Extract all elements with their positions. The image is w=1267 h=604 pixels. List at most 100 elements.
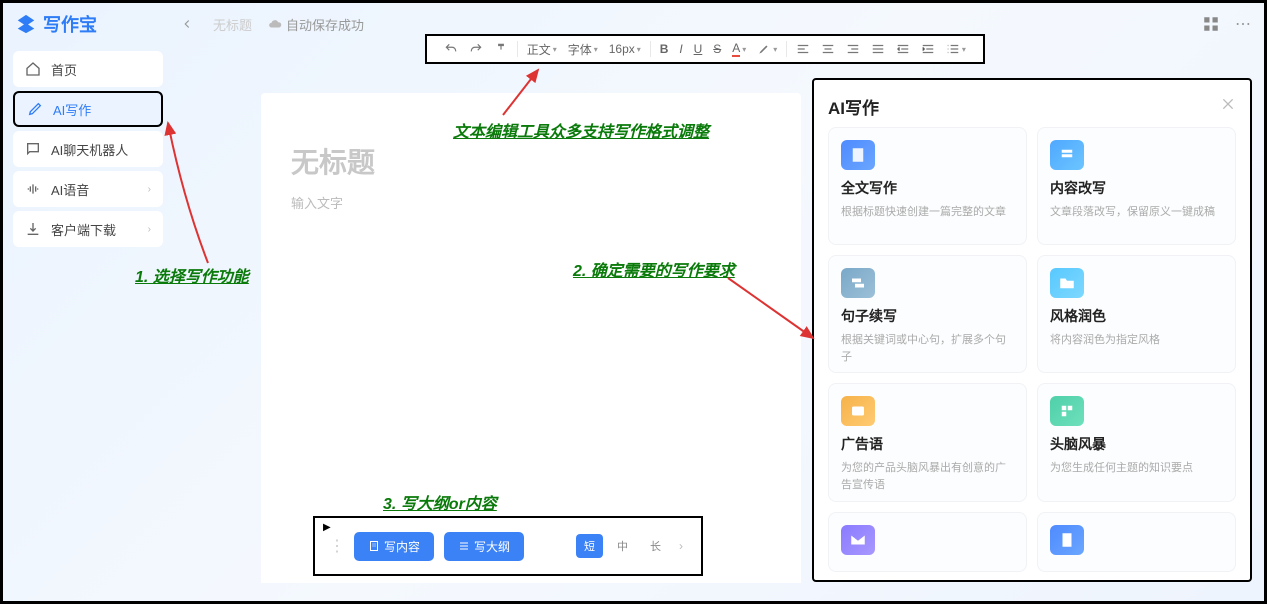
autosave-status: 自动保存成功 [268, 15, 364, 34]
ai-card-title: 头脑风暴 [1050, 434, 1223, 454]
bold-button[interactable]: B [658, 42, 671, 56]
doc-title-input[interactable]: 无标题 [291, 141, 771, 181]
mail-icon [841, 525, 875, 555]
app-name: 写作宝 [43, 11, 97, 37]
continue-icon [841, 268, 875, 298]
ai-card-desc: 为您的产品头脑风暴出有创意的广告宣传语 [841, 460, 1014, 493]
chevron-right-icon: › [148, 224, 151, 235]
align-center-icon [821, 42, 835, 56]
document-editor[interactable]: 无标题 输入文字 [261, 93, 801, 583]
sidebar-item-download[interactable]: 客户端下载 › [13, 211, 163, 247]
ai-card-brainstorm[interactable]: 头脑风暴 为您生成任何主题的知识要点 [1037, 383, 1236, 501]
folder-icon [1050, 268, 1084, 298]
strike-button[interactable]: S [711, 42, 723, 56]
ai-card-continue[interactable]: 句子续写 根据关键词或中心句，扩展多个句子 [828, 255, 1027, 373]
indent-increase-button[interactable] [919, 42, 937, 56]
sidebar-item-label: AI聊天机器人 [51, 140, 128, 159]
length-next-button[interactable]: › [675, 539, 687, 553]
sidebar-item-label: AI语音 [51, 180, 89, 199]
back-button[interactable] [177, 14, 197, 34]
outline-icon [458, 540, 470, 552]
highlight-button[interactable]: ▾ [755, 42, 779, 56]
ai-card-title: 全文写作 [841, 178, 1014, 198]
ai-card-desc: 为您生成任何主题的知识要点 [1050, 460, 1223, 477]
align-right-button[interactable] [844, 42, 862, 56]
logo-icon [15, 13, 37, 35]
close-button[interactable] [1220, 96, 1236, 117]
list-button[interactable]: ▾ [944, 42, 968, 56]
grid-icon [1202, 15, 1220, 33]
ai-card-ad[interactable]: 广告语 为您的产品头脑风暴出有创意的广告宣传语 [828, 383, 1027, 501]
editor-toolbar: 正文▾ 字体▾ 16px▾ B I U S A▾ ▾ ▾ [425, 34, 985, 64]
annotation-1: 1. 选择写作功能 [135, 263, 249, 287]
align-right-icon [846, 42, 860, 56]
arrow-1 [153, 118, 233, 268]
home-icon [25, 61, 41, 77]
length-short-chip[interactable]: 短 [576, 534, 603, 558]
ai-card-polish[interactable]: 风格润色 将内容润色为指定风格 [1037, 255, 1236, 373]
ai-card-desc: 根据标题快速创建一篇完整的文章 [841, 204, 1014, 221]
ai-writing-panel: AI写作 全文写作 根据标题快速创建一篇完整的文章 内容改写 文章段落改写，保留… [812, 78, 1252, 582]
doc-icon [368, 540, 380, 552]
sidebar-item-ai-voice[interactable]: AI语音 › [13, 171, 163, 207]
apps-grid-icon[interactable] [1202, 15, 1220, 33]
sidebar-item-home[interactable]: 首页 [13, 51, 163, 87]
ai-card-title: 广告语 [841, 434, 1014, 454]
drag-handle-icon[interactable]: ⋮ [329, 536, 344, 556]
outdent-icon [896, 42, 910, 56]
write-content-button[interactable]: 写内容 [354, 532, 434, 561]
chevron-left-icon [180, 17, 194, 31]
brainstorm-icon [1050, 396, 1084, 426]
ai-card-desc: 将内容润色为指定风格 [1050, 332, 1223, 349]
sidebar-item-ai-chatbot[interactable]: AI聊天机器人 [13, 131, 163, 167]
align-justify-button[interactable] [869, 42, 887, 56]
underline-button[interactable]: U [692, 42, 705, 56]
write-outline-button[interactable]: 写大纲 [444, 532, 524, 561]
font-family-select[interactable]: 字体▾ [566, 41, 600, 58]
pencil-icon [27, 101, 43, 117]
italic-button[interactable]: I [677, 42, 684, 56]
doc-body-input[interactable]: 输入文字 [291, 193, 771, 212]
doc-name-breadcrumb: 无标题 [213, 15, 252, 34]
ai-card-extra-1[interactable] [828, 512, 1027, 572]
ai-card-extra-2[interactable] [1037, 512, 1236, 572]
chevron-right-icon: › [148, 184, 151, 195]
ai-card-desc: 根据关键词或中心句，扩展多个句子 [841, 332, 1014, 365]
ai-card-rewrite[interactable]: 内容改写 文章段落改写，保留原义一键成稿 [1037, 127, 1236, 245]
font-color-button[interactable]: A▾ [730, 41, 748, 57]
redo-button[interactable] [467, 42, 485, 56]
sidebar-item-label: 首页 [51, 60, 77, 79]
chat-icon [25, 141, 41, 157]
align-center-button[interactable] [819, 42, 837, 56]
download-icon [25, 221, 41, 237]
page-icon [1050, 525, 1084, 555]
undo-button[interactable] [442, 42, 460, 56]
ai-card-title: 风格润色 [1050, 306, 1223, 326]
audio-icon [25, 181, 41, 197]
length-long-chip[interactable]: 长 [642, 534, 669, 558]
ai-card-full-writing[interactable]: 全文写作 根据标题快速创建一篇完整的文章 [828, 127, 1027, 245]
list-icon [946, 42, 960, 56]
paragraph-style-select[interactable]: 正文▾ [525, 41, 559, 58]
font-size-select[interactable]: 16px▾ [607, 42, 643, 56]
ai-card-title: 内容改写 [1050, 178, 1223, 198]
more-menu[interactable]: ⋯ [1234, 15, 1252, 33]
indent-decrease-button[interactable] [894, 42, 912, 56]
sidebar: 首页 AI写作 AI聊天机器人 AI语音 › 客户端下载 › [13, 51, 163, 251]
sidebar-item-ai-writing[interactable]: AI写作 [13, 91, 163, 127]
redo-icon [469, 42, 483, 56]
ai-panel-title: AI写作 [828, 94, 879, 119]
indent-icon [921, 42, 935, 56]
app-logo[interactable]: 写作宝 [15, 11, 97, 37]
align-left-icon [796, 42, 810, 56]
highlighter-icon [757, 42, 771, 56]
length-medium-chip[interactable]: 中 [609, 534, 636, 558]
align-left-button[interactable] [794, 42, 812, 56]
align-justify-icon [871, 42, 885, 56]
ai-card-desc: 文章段落改写，保留原义一键成稿 [1050, 204, 1223, 221]
ai-card-grid: 全文写作 根据标题快速创建一篇完整的文章 内容改写 文章段落改写，保留原义一键成… [828, 127, 1236, 572]
writing-action-bar: ▶ ⋮ 写内容 写大纲 短 中 长 › [313, 516, 703, 576]
ad-icon [841, 396, 875, 426]
format-paint-button[interactable] [492, 42, 510, 56]
undo-icon [444, 42, 458, 56]
